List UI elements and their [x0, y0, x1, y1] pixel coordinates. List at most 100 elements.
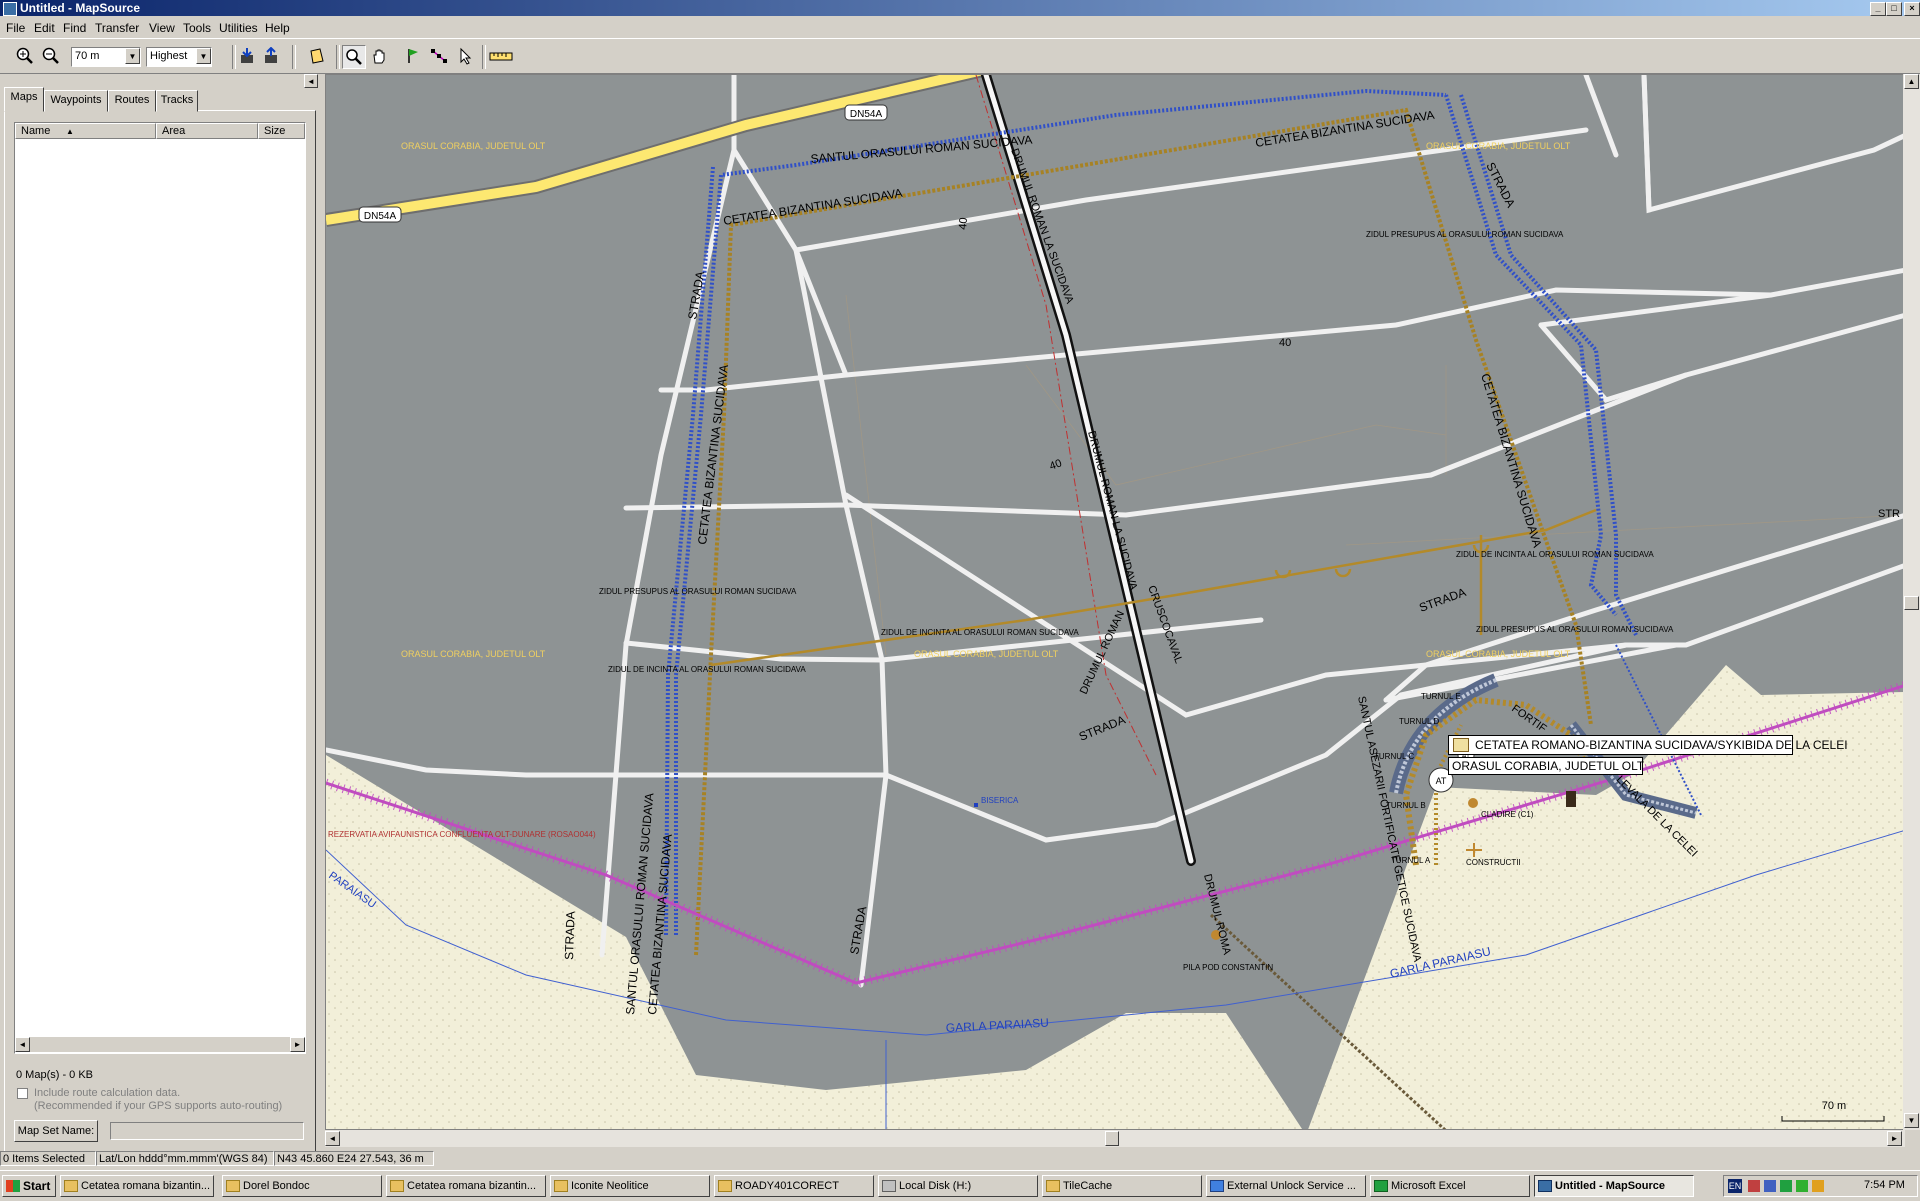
language-indicator[interactable]: EN [1728, 1179, 1742, 1193]
speed-label-2: 40 [1279, 337, 1291, 349]
menu-edit[interactable]: Edit [34, 21, 55, 35]
panel-collapse-icon[interactable]: ◄ [304, 74, 318, 88]
menu-view[interactable]: View [149, 21, 175, 35]
send-to-device-icon[interactable] [260, 45, 282, 67]
task-label: Iconite Neolitice [571, 1180, 649, 1192]
menu-file[interactable]: File [6, 21, 25, 35]
zoom-out-icon[interactable] [40, 45, 62, 67]
waypoint-flag-icon[interactable] [402, 45, 424, 67]
dn54a-label-1: DN54A [850, 109, 883, 120]
task-cetatea-1[interactable]: Cetatea romana bizantin... [60, 1175, 214, 1197]
reserve-label: REZERVATIA AVIFAUNISTICA CONFLUENTA OLT-… [328, 830, 596, 839]
minimize-button[interactable]: _ [1870, 2, 1886, 16]
tab-maps[interactable]: Maps [4, 87, 44, 112]
menu-find[interactable]: Find [63, 21, 86, 35]
bluetooth-icon[interactable] [1764, 1180, 1776, 1192]
tower-label-b: TURNUL B [1386, 801, 1426, 810]
dn54a-label-2: DN54A [364, 211, 397, 222]
task-cetatea-2[interactable]: Cetatea romana bizantin... [386, 1175, 546, 1197]
task-label: ROADY401CORECT [735, 1180, 839, 1192]
windows-logo-icon [6, 1180, 20, 1192]
maximize-button[interactable]: □ [1886, 2, 1902, 16]
network-icon[interactable] [1748, 1180, 1760, 1192]
tab-waypoints[interactable]: Waypoints [44, 90, 108, 112]
scroll-left-icon[interactable]: ◄ [325, 1131, 340, 1146]
measure-distance-icon[interactable] [488, 45, 514, 67]
close-button[interactable]: × [1904, 2, 1920, 16]
town-label-3: ORASUL CORABIA, JUDETUL OLT [401, 649, 546, 659]
zoom-in-icon[interactable] [14, 45, 36, 67]
task-dorel-bondoc[interactable]: Dorel Bondoc [222, 1175, 382, 1197]
task-label: Cetatea romana bizantin... [407, 1180, 537, 1192]
menu-utilities[interactable]: Utilities [219, 21, 258, 35]
security-icon[interactable] [1780, 1180, 1792, 1192]
list-horizontal-scrollbar[interactable]: ◄ ► [15, 1037, 305, 1052]
task-label: TileCache [1063, 1180, 1113, 1192]
task-label: External Unlock Service ... [1227, 1180, 1356, 1192]
column-header-name[interactable]: Name ▲ [15, 123, 156, 139]
task-iconite[interactable]: Iconite Neolitice [550, 1175, 710, 1197]
scroll-up-icon[interactable]: ▲ [1904, 74, 1919, 89]
mapsource-app-icon [3, 2, 17, 16]
column-header-area[interactable]: Area [156, 123, 258, 139]
task-label: Cetatea romana bizantin... [81, 1180, 211, 1192]
street-label-right: STR [1878, 508, 1900, 520]
map-vertical-scrollbar[interactable]: ▲ ▼ [1903, 74, 1920, 1130]
task-label: Dorel Bondoc [243, 1180, 310, 1192]
zoom-scale-select[interactable]: 70 m ▼ [71, 47, 141, 67]
detail-level-value: Highest [150, 50, 188, 62]
vertical-scroll-thumb[interactable] [1904, 596, 1919, 610]
map-horizontal-scrollbar[interactable]: ◄ ► [325, 1130, 1905, 1147]
wifi-icon[interactable] [1796, 1180, 1808, 1192]
task-excel[interactable]: Microsoft Excel [1370, 1175, 1530, 1197]
receive-from-device-icon[interactable] [236, 45, 258, 67]
tab-routes[interactable]: Routes [108, 90, 156, 112]
town-label-5: ORASUL CORABIA, JUDETUL OLT [1426, 649, 1571, 659]
scroll-right-icon[interactable]: ► [290, 1037, 305, 1052]
mapset-name-field[interactable] [110, 1122, 304, 1140]
start-button[interactable]: Start [2, 1175, 56, 1197]
route-tool-icon[interactable] [428, 45, 450, 67]
column-header-size[interactable]: Size [258, 123, 305, 139]
maps-list[interactable]: Name ▲ Area Size ◄ ► [14, 122, 306, 1054]
wall-label-incinta-2: ZIDUL DE INCINTA AL ORASULUI ROMAN SUCID… [881, 628, 1079, 637]
task-external-unlock[interactable]: External Unlock Service ... [1206, 1175, 1366, 1197]
volume-icon[interactable] [1812, 1180, 1824, 1192]
scroll-right-icon[interactable]: ► [1887, 1131, 1902, 1146]
route-data-checkbox[interactable] [17, 1088, 28, 1099]
start-label: Start [23, 1179, 51, 1193]
title-bar: Untitled - MapSource _ □ × [0, 0, 1920, 16]
scroll-left-icon[interactable]: ◄ [15, 1037, 30, 1052]
folder-icon [1046, 1180, 1060, 1192]
detail-level-select[interactable]: Highest ▼ [146, 47, 212, 67]
menu-tools[interactable]: Tools [183, 21, 211, 35]
status-bar: 0 Items Selected Lat/Lon hddd°mm.mmm'(WG… [0, 1150, 1920, 1168]
church-label: BISERICA [981, 796, 1019, 805]
clock: 7:54 PM [1864, 1179, 1905, 1191]
tab-tracks[interactable]: Tracks [156, 90, 198, 112]
task-roady[interactable]: ROADY401CORECT [714, 1175, 874, 1197]
map-view[interactable]: AT AT DN54A DN54A SANTUL ORASULUI ROMAN … [325, 74, 1905, 1130]
chevron-down-icon[interactable]: ▼ [196, 48, 211, 64]
tower-label-e: TURNUL E [1421, 692, 1461, 701]
folder-icon [554, 1180, 568, 1192]
mapset-name-button[interactable]: Map Set Name: [14, 1120, 98, 1142]
wall-label-incinta-3: ZIDUL DE INCINTA AL ORASULUI ROMAN SUCID… [608, 665, 806, 674]
church-icon [974, 803, 978, 807]
hand-pan-icon[interactable] [368, 45, 390, 67]
folder-icon [64, 1180, 78, 1192]
map-tool-icon[interactable] [306, 45, 328, 67]
svg-text:AT: AT [1436, 776, 1447, 786]
zoom-tool-icon[interactable] [342, 45, 366, 69]
horizontal-scroll-thumb[interactable] [1105, 1131, 1119, 1146]
selection-arrow-icon[interactable] [454, 45, 476, 67]
task-mapsource[interactable]: Untitled - MapSource [1534, 1175, 1694, 1197]
menu-transfer[interactable]: Transfer [95, 21, 139, 35]
task-tilecache[interactable]: TileCache [1042, 1175, 1202, 1197]
toolbar-separator [482, 45, 486, 69]
menu-help[interactable]: Help [265, 21, 290, 35]
task-local-disk[interactable]: Local Disk (H:) [878, 1175, 1038, 1197]
chevron-down-icon[interactable]: ▼ [125, 48, 140, 64]
route-data-label: Include route calculation data. [34, 1087, 181, 1099]
scroll-down-icon[interactable]: ▼ [1904, 1113, 1919, 1128]
